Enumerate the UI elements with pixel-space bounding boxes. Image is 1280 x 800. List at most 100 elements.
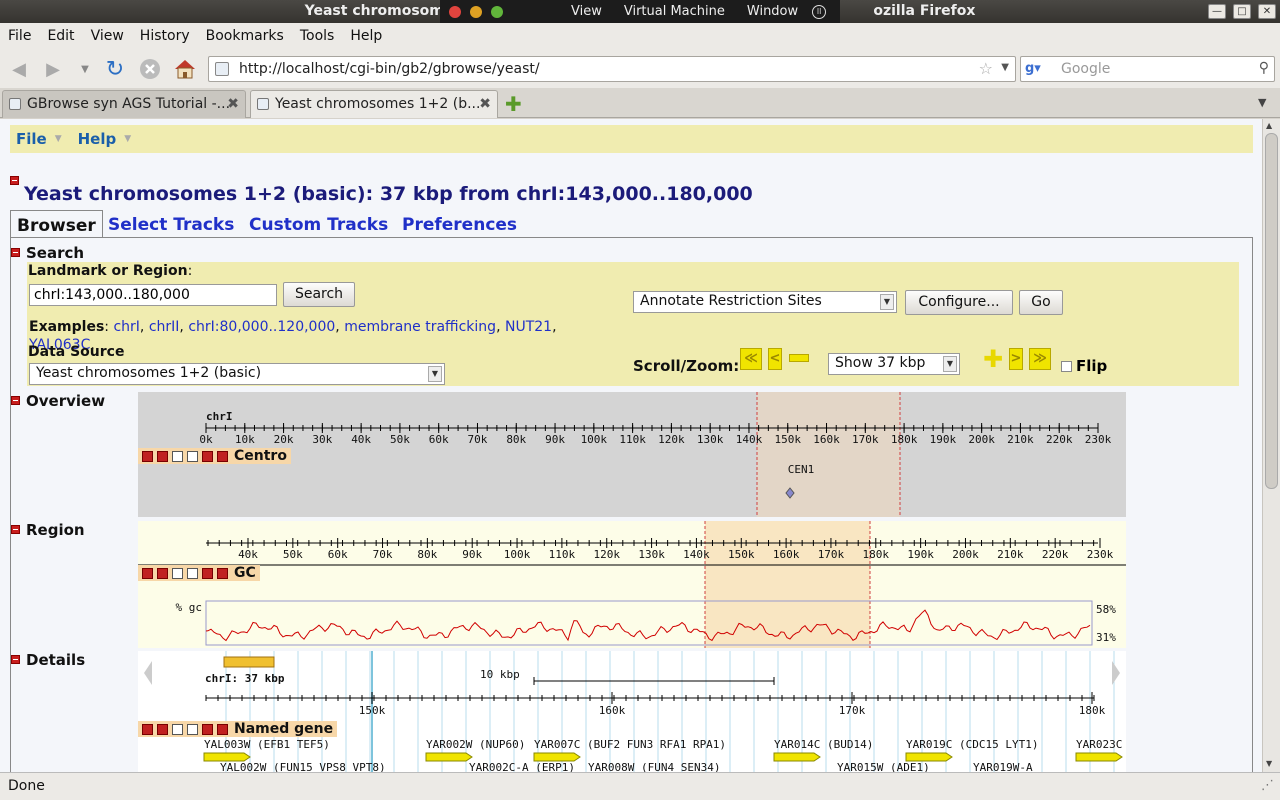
new-tab-icon[interactable]: ✚ <box>505 92 522 116</box>
gbrowse-menu-file[interactable]: File <box>16 130 47 148</box>
chevron-down-icon[interactable]: ▼ <box>124 134 131 144</box>
scrollbar-thumb[interactable] <box>1265 133 1278 489</box>
example-link-chri[interactable]: chrI <box>113 319 139 335</box>
minimize-button[interactable]: — <box>1208 4 1226 19</box>
close-window-button[interactable]: ✕ <box>1258 4 1276 19</box>
region-panel[interactable]: 40k 50k 60k 70k 80k 90k 100k 110k 120k 130k 140k 15… <box>138 521 1126 648</box>
scroll-left-button[interactable]: < <box>768 348 782 370</box>
back-icon[interactable]: ◀ <box>6 56 32 82</box>
configure-track-icon[interactable] <box>187 723 198 735</box>
stop-icon[interactable] <box>137 56 163 82</box>
overview-panel[interactable]: chrI 0k 10k 20k 30k 40k 50k 60k 70k 80k 90k 100k 110… <box>138 392 1126 517</box>
flip-control[interactable]: Flip <box>1061 357 1107 375</box>
tab-yeast-chromosomes[interactable]: Yeast chromosomes 1+2 (b... ✖ <box>250 90 498 118</box>
landmark-input[interactable] <box>29 284 277 306</box>
go-button[interactable]: Go <box>1019 290 1063 315</box>
tab-close-icon[interactable]: ✖ <box>227 96 239 112</box>
scroll-left-far-button[interactable]: ≪ <box>740 348 762 370</box>
configure-track-icon[interactable] <box>187 450 198 462</box>
share-track-icon[interactable] <box>172 567 183 579</box>
scroll-right-button[interactable]: > <box>1009 348 1023 370</box>
forward-icon[interactable]: ▶ <box>40 56 66 82</box>
chevron-down-icon[interactable]: ▼ <box>880 294 894 310</box>
example-link-membrane-trafficking[interactable]: membrane trafficking <box>344 319 496 335</box>
menu-view[interactable]: View <box>83 28 132 44</box>
zoom-select[interactable]: Show 37 kbp ▼ <box>828 353 960 375</box>
gbrowse-menu-help[interactable]: Help <box>78 130 117 148</box>
collapse-title-icon[interactable] <box>10 176 19 185</box>
url-dropdown-icon[interactable]: ▼ <box>1001 62 1009 73</box>
collapse-search-icon[interactable] <box>11 248 20 257</box>
pause-icon[interactable]: ll <box>812 4 827 19</box>
page-scrollbar[interactable]: ▲ ▼ <box>1262 119 1280 772</box>
menu-bookmarks[interactable]: Bookmarks <box>198 28 292 44</box>
reload-icon[interactable]: ↻ <box>102 56 128 82</box>
download-track-icon[interactable] <box>202 567 213 579</box>
details-ruler[interactable]: chrI: 37 kbp 10 kbp 150k 160k 170k 180k YAL003… <box>138 651 1126 772</box>
chevron-down-icon[interactable]: ▼ <box>943 356 957 372</box>
chevron-down-icon[interactable]: ▼ <box>55 134 62 144</box>
example-link-region[interactable]: chrI:80,000..120,000 <box>188 319 335 335</box>
remove-track-icon[interactable] <box>157 723 168 735</box>
details-section-header[interactable]: Details <box>11 651 85 669</box>
scroll-down-icon[interactable]: ▼ <box>1266 759 1272 768</box>
help-track-icon[interactable] <box>217 567 228 579</box>
vm-minimize-light[interactable] <box>470 5 482 18</box>
resize-grip-icon[interactable]: ⋰ <box>1261 778 1274 793</box>
download-track-icon[interactable] <box>202 450 213 462</box>
overview-section-header[interactable]: Overview <box>11 392 105 410</box>
minimize-track-icon[interactable] <box>142 450 153 462</box>
configure-track-icon[interactable] <box>187 567 198 579</box>
flip-checkbox[interactable] <box>1061 360 1072 372</box>
tab-preferences[interactable]: Preferences <box>396 210 523 238</box>
history-dropdown-icon[interactable]: ▼ <box>72 56 98 82</box>
collapse-region-icon[interactable] <box>11 525 20 534</box>
data-source-select[interactable]: Yeast chromosomes 1+2 (basic) ▼ <box>29 363 445 385</box>
minimize-track-icon[interactable] <box>142 567 153 579</box>
site-identity-icon[interactable] <box>215 62 229 76</box>
chevron-down-icon[interactable]: ▼ <box>428 366 442 382</box>
search-placeholder[interactable]: Google <box>1061 61 1110 77</box>
vm-menu-view[interactable]: View <box>571 4 602 19</box>
details-panel[interactable]: chrI: 37 kbp 10 kbp 150k 160k 170k 180k YAL003… <box>138 651 1126 772</box>
vm-zoom-light[interactable] <box>491 5 503 18</box>
scroll-right-far-button[interactable]: ≫ <box>1029 348 1051 370</box>
minimize-track-icon[interactable] <box>142 723 153 735</box>
tab-close-icon[interactable]: ✖ <box>479 96 491 112</box>
remove-track-icon[interactable] <box>157 567 168 579</box>
menu-history[interactable]: History <box>132 28 198 44</box>
zoom-in-button[interactable]: ✚ <box>983 347 1003 371</box>
url-text[interactable]: http://localhost/cgi-bin/gb2/gbrowse/yea… <box>239 61 540 77</box>
collapse-details-icon[interactable] <box>11 655 20 664</box>
collapse-overview-icon[interactable] <box>11 396 20 405</box>
menu-help[interactable]: Help <box>342 28 390 44</box>
scroll-up-icon[interactable]: ▲ <box>1266 121 1272 130</box>
url-bar[interactable]: http://localhost/cgi-bin/gb2/gbrowse/yea… <box>208 56 1016 82</box>
example-link-nut21[interactable]: NUT21 <box>505 319 552 335</box>
region-ruler[interactable]: 40k 50k 60k 70k 80k 90k 100k 110k 120k 130k 140k 15… <box>138 521 1126 648</box>
maximize-button[interactable]: □ <box>1233 4 1251 19</box>
configure-button[interactable]: Configure... <box>905 290 1013 315</box>
help-track-icon[interactable] <box>217 450 228 462</box>
vm-menu-window[interactable]: Window <box>747 4 798 19</box>
download-track-icon[interactable] <box>202 723 213 735</box>
remove-track-icon[interactable] <box>157 450 168 462</box>
vm-close-light[interactable] <box>449 5 461 18</box>
vm-menu-virtual-machine[interactable]: Virtual Machine <box>624 4 725 19</box>
web-search-box[interactable]: g▾ Google ⚲ <box>1020 56 1275 82</box>
tab-select-tracks[interactable]: Select Tracks <box>102 210 240 238</box>
search-icon[interactable]: ⚲ <box>1259 60 1269 76</box>
region-section-header[interactable]: Region <box>11 521 85 539</box>
share-track-icon[interactable] <box>172 450 183 462</box>
tab-custom-tracks[interactable]: Custom Tracks <box>243 210 394 238</box>
menu-tools[interactable]: Tools <box>292 28 343 44</box>
help-track-icon[interactable] <box>217 723 228 735</box>
tab-browser[interactable]: Browser <box>10 210 103 238</box>
plugin-select[interactable]: Annotate Restriction Sites ▼ <box>633 291 897 313</box>
home-icon[interactable] <box>172 56 198 82</box>
bookmark-star-icon[interactable]: ☆ <box>979 59 993 78</box>
search-section-header[interactable]: Search <box>11 244 84 262</box>
menu-edit[interactable]: Edit <box>39 28 82 44</box>
tab-list-icon[interactable]: ▼ <box>1258 96 1266 109</box>
example-link-chrii[interactable]: chrII <box>149 319 180 335</box>
